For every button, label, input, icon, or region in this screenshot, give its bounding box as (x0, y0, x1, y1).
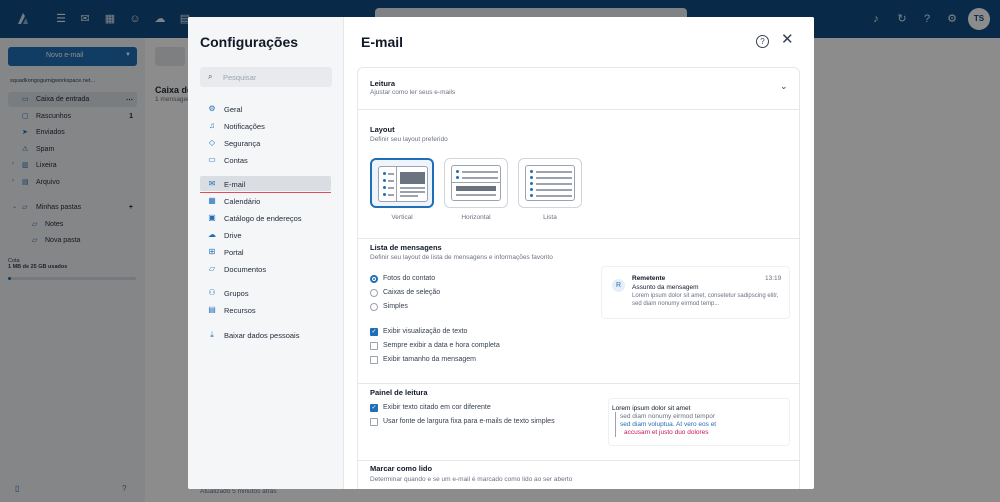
nav-item-drive[interactable]: ☁ Drive (200, 227, 331, 242)
nav-item-general[interactable]: ⚙ Geral (200, 101, 331, 116)
nav-item-email[interactable]: ✉ E-mail (200, 176, 331, 193)
layout-option-horizontal[interactable] (444, 158, 508, 208)
radio-button[interactable] (370, 289, 378, 297)
calendar-icon: ▦ (208, 196, 216, 205)
nav-label: Calendário (224, 197, 261, 206)
accounts-icon: ▭ (208, 155, 216, 164)
mark-read-title: Marcar como lido (370, 464, 433, 473)
nav-item-groups[interactable]: ⚇ Grupos (200, 285, 331, 300)
nav-item-resources[interactable]: ▤ Recursos (200, 302, 331, 317)
message-preview-sample: R Remetente 13:19 Assunto da mensagem Lo… (601, 266, 790, 319)
documents-icon: ▱ (208, 264, 216, 273)
divider (358, 238, 799, 239)
section-title: E-mail (361, 34, 404, 50)
settings-search-input[interactable]: ⌕ Pesquisar (200, 67, 332, 87)
nav-label: Catálogo de endereços (224, 214, 302, 223)
groups-icon: ⚇ (208, 288, 216, 297)
shield-icon: ◇ (208, 138, 216, 147)
status-text: Atualizado 5 minutos atrás (200, 488, 277, 495)
nav-label: Segurança (224, 139, 261, 148)
nav-item-download-data[interactable]: ⤓ Baixar dados pessoais (200, 327, 331, 342)
reading-subtitle: Ajustar como ler seus e-mails (370, 89, 456, 96)
nav-label: E-mail (224, 180, 246, 189)
layout-option-vertical[interactable] (370, 158, 434, 208)
option-label: Simples (383, 303, 408, 310)
divider (358, 109, 799, 110)
settings-nav: Configurações ⌕ Pesquisar ⚙ Geral ♫ Notifi… (188, 17, 344, 489)
resources-icon: ▤ (208, 305, 216, 314)
quote-line: accusam et justo duo dolores (615, 428, 709, 437)
option-label: Exibir visualização de texto (383, 328, 468, 335)
nav-label: Recursos (224, 306, 256, 315)
nav-item-portal[interactable]: ⊞ Portal (200, 244, 331, 259)
search-placeholder: Pesquisar (223, 73, 257, 82)
gear-icon: ⚙ (208, 104, 216, 113)
layout-option-list[interactable] (518, 158, 582, 208)
preview-time: 13:19 (765, 275, 782, 282)
reading-title: Leitura (370, 79, 396, 88)
layout-vertical-thumbnail (378, 166, 428, 202)
layout-horizontal-thumbnail (451, 165, 501, 201)
preview-body: Lorem ipsum dolor sit amet, consetetur s… (632, 293, 779, 307)
nav-label: Drive (224, 231, 242, 240)
nav-label: Contas (224, 156, 248, 165)
chevron-up-icon[interactable]: ⌄ (780, 81, 788, 92)
nav-label: Portal (224, 248, 244, 257)
checkbox[interactable] (370, 418, 378, 426)
sender-avatar: R (612, 279, 625, 292)
nav-label: Grupos (224, 289, 249, 298)
email-settings-card: Leitura Ajustar como ler seus e-mails ⌄ … (357, 67, 800, 489)
address-book-icon: ▣ (208, 213, 216, 222)
checkbox[interactable]: ✓ (370, 328, 378, 336)
checkbox[interactable]: ✓ (370, 404, 378, 412)
option-label: Sempre exibir a data e hora completa (383, 342, 500, 349)
divider (358, 460, 799, 461)
radio-button[interactable] (370, 303, 378, 311)
quoted-text-sample: Lorem ipsum dolor sit amet sed diam nonu… (608, 398, 790, 446)
option-label: Exibir texto citado em cor diferente (383, 404, 491, 411)
close-icon[interactable]: ✕ (781, 32, 794, 47)
help-icon[interactable]: ? (756, 35, 769, 48)
settings-title: Configurações (200, 34, 299, 50)
message-list-title: Lista de mensagens (370, 243, 442, 252)
checkbox[interactable] (370, 342, 378, 350)
radio-button[interactable] (370, 275, 378, 283)
option-label: Usar fonte de largura fixa para e-mails … (383, 418, 555, 425)
option-label: Exibir tamanho da mensagem (383, 356, 476, 363)
option-label: Caixas de seleção (383, 289, 441, 296)
layout-label-horizontal: Horizontal (461, 214, 491, 221)
search-icon: ⌕ (208, 72, 213, 81)
mail-icon: ✉ (208, 179, 216, 188)
layout-title: Layout (370, 125, 395, 134)
bell-icon: ♫ (209, 121, 215, 130)
nav-item-accounts[interactable]: ▭ Contas (200, 152, 331, 167)
reading-pane-title: Painel de leitura (370, 388, 428, 397)
preview-sender: Remetente (632, 275, 666, 282)
nav-item-documents[interactable]: ▱ Documentos (200, 261, 331, 276)
settings-content: E-mail ? ✕ Leitura Ajustar como ler seus… (345, 17, 814, 489)
checkbox[interactable] (370, 356, 378, 364)
nav-item-calendar[interactable]: ▦ Calendário (200, 193, 331, 208)
cloud-icon: ☁ (208, 230, 216, 239)
divider (358, 383, 799, 384)
layout-list-thumbnail (525, 165, 575, 201)
settings-dialog: Configurações ⌕ Pesquisar ⚙ Geral ♫ Notifi… (188, 17, 814, 489)
nav-item-security[interactable]: ◇ Segurança (200, 135, 331, 150)
layout-label-vertical: Vertical (391, 214, 413, 221)
nav-label: Geral (224, 105, 243, 114)
layout-subtitle: Definir seu layout preferido (370, 136, 448, 143)
preview-subject: Assunto da mensagem (632, 284, 699, 291)
nav-item-address-book[interactable]: ▣ Catálogo de endereços (200, 210, 331, 225)
option-label: Fotos do contato (383, 275, 436, 282)
portal-icon: ⊞ (208, 247, 216, 256)
nav-label: Notificações (224, 122, 265, 131)
nav-label: Documentos (224, 265, 267, 274)
nav-label: Baixar dados pessoais (224, 331, 300, 340)
layout-label-list: Lista (543, 214, 557, 221)
nav-item-notifications[interactable]: ♫ Notificações (200, 118, 331, 133)
mark-read-subtitle: Determinar quando e se um e-mail é marca… (370, 476, 573, 483)
download-icon: ⤓ (210, 330, 214, 339)
message-list-subtitle: Definir seu layout de lista de mensagens… (370, 254, 553, 261)
